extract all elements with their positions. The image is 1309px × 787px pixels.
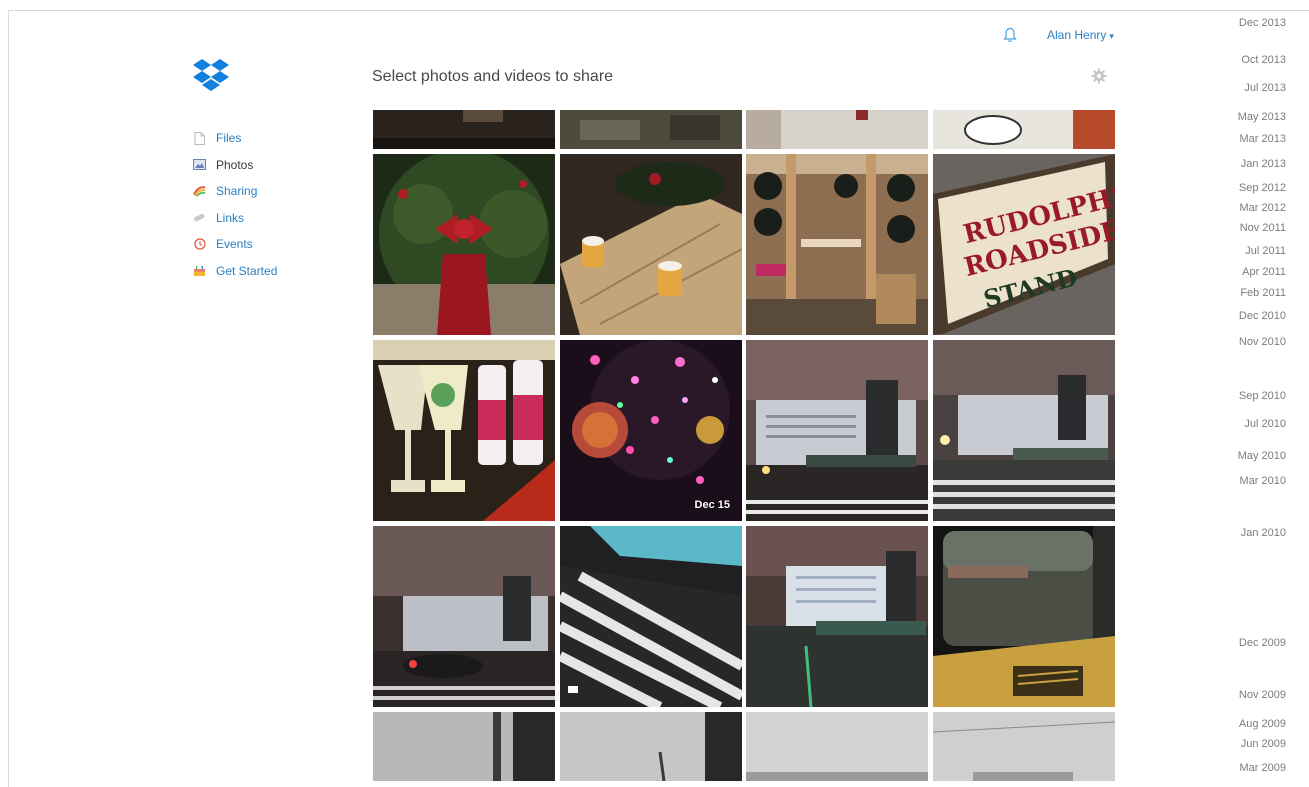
timeline-date[interactable]: Jul 2011 — [1245, 245, 1286, 257]
sidebar-item-label: Files — [216, 131, 242, 146]
timeline-date[interactable]: Dec 2009 — [1239, 637, 1286, 649]
timeline-date[interactable]: Mar 2012 — [1240, 202, 1286, 214]
timeline-date[interactable]: Mar 2009 — [1240, 762, 1286, 774]
photo-thumbnail[interactable] — [933, 712, 1115, 781]
gear-icon[interactable] — [1091, 68, 1107, 84]
timeline-date[interactable]: Nov 2011 — [1240, 222, 1286, 234]
photo-thumbnail[interactable] — [933, 110, 1115, 149]
photo-thumbnail[interactable] — [746, 340, 928, 521]
sidebar-item-label: Events — [216, 237, 253, 252]
sidebar-nav: Files Photos Sharing Links Events Get St… — [193, 125, 277, 284]
photo-thumbnail[interactable]: RUDOLPH'S ROADSIDE STAND — [933, 154, 1115, 335]
timeline-date[interactable]: Sep 2010 — [1239, 390, 1286, 402]
sidebar-item-links[interactable]: Links — [193, 205, 277, 232]
photo-thumbnail[interactable] — [373, 526, 555, 707]
photo-thumbnail[interactable] — [560, 526, 742, 707]
chevron-down-icon: ▾ — [1109, 31, 1114, 41]
sidebar-item-label: Photos — [216, 157, 254, 172]
page-title: Select photos and videos to share — [372, 68, 614, 85]
photo-icon — [193, 158, 206, 171]
timeline-date[interactable]: Aug 2009 — [1239, 718, 1286, 730]
timeline-date[interactable]: Dec 2013 — [1239, 17, 1286, 29]
timeline-date[interactable]: Nov 2009 — [1239, 689, 1286, 701]
sidebar-item-events[interactable]: Events — [193, 231, 277, 258]
timeline-date[interactable]: Oct 2013 — [1241, 54, 1286, 66]
photo-thumbnail[interactable] — [933, 340, 1115, 521]
cake-icon — [193, 264, 206, 277]
timeline-date[interactable]: May 2013 — [1238, 111, 1286, 123]
photo-date-badge: Dec 15 — [694, 499, 730, 511]
sidebar-item-photos[interactable]: Photos — [193, 152, 277, 179]
photo-thumbnail[interactable] — [373, 712, 555, 781]
timeline-date[interactable]: Mar 2010 — [1240, 475, 1286, 487]
timeline-date[interactable]: Jul 2010 — [1244, 418, 1286, 430]
user-name: Alan Henry — [1047, 28, 1107, 42]
photo-thumbnail[interactable] — [746, 712, 928, 781]
timeline-date[interactable]: Apr 2011 — [1242, 266, 1286, 278]
photo-grid: RUDOLPH'S ROADSIDE STAND Dec 15 — [373, 110, 1115, 781]
sharing-icon — [193, 185, 206, 198]
photo-thumbnail[interactable] — [560, 110, 742, 149]
sidebar-item-label: Links — [216, 210, 245, 225]
photo-thumbnail[interactable] — [560, 154, 742, 335]
timeline-date[interactable]: Sep 2012 — [1239, 182, 1286, 194]
photo-thumbnail[interactable] — [560, 712, 742, 781]
bell-icon[interactable] — [1003, 27, 1017, 43]
photo-thumbnail[interactable] — [373, 340, 555, 521]
timeline-date[interactable]: Jul 2013 — [1244, 82, 1286, 94]
file-icon — [193, 131, 206, 145]
link-icon — [193, 211, 206, 224]
timeline-date[interactable]: Feb 2011 — [1240, 287, 1286, 299]
sidebar-item-label: Get Started — [216, 263, 278, 278]
sidebar-item-label: Sharing — [216, 184, 258, 199]
timeline-date[interactable]: Jan 2010 — [1241, 527, 1286, 539]
photo-thumbnail[interactable] — [373, 110, 555, 149]
timeline-date[interactable]: Jan 2013 — [1241, 158, 1286, 170]
clock-icon — [193, 238, 206, 251]
user-menu-button[interactable]: Alan Henry ▾ — [1047, 28, 1114, 42]
photo-thumbnail[interactable] — [933, 526, 1115, 707]
timeline-date[interactable]: Mar 2013 — [1240, 133, 1286, 145]
photo-thumbnail[interactable] — [746, 110, 928, 149]
timeline-date[interactable]: Jun 2009 — [1241, 738, 1286, 750]
timeline-date[interactable]: May 2010 — [1238, 450, 1286, 462]
photo-thumbnail[interactable] — [746, 154, 928, 335]
timeline-date[interactable]: Dec 2010 — [1239, 310, 1286, 322]
photo-thumbnail[interactable] — [746, 526, 928, 707]
dropbox-logo-icon[interactable] — [193, 58, 229, 92]
sidebar-item-sharing[interactable]: Sharing — [193, 178, 277, 205]
sidebar-item-files[interactable]: Files — [193, 125, 277, 152]
sidebar-item-get-started[interactable]: Get Started — [193, 258, 277, 285]
timeline-date[interactable]: Nov 2010 — [1239, 336, 1286, 348]
photo-thumbnail[interactable] — [373, 154, 555, 335]
photo-thumbnail[interactable]: Dec 15 — [560, 340, 742, 521]
